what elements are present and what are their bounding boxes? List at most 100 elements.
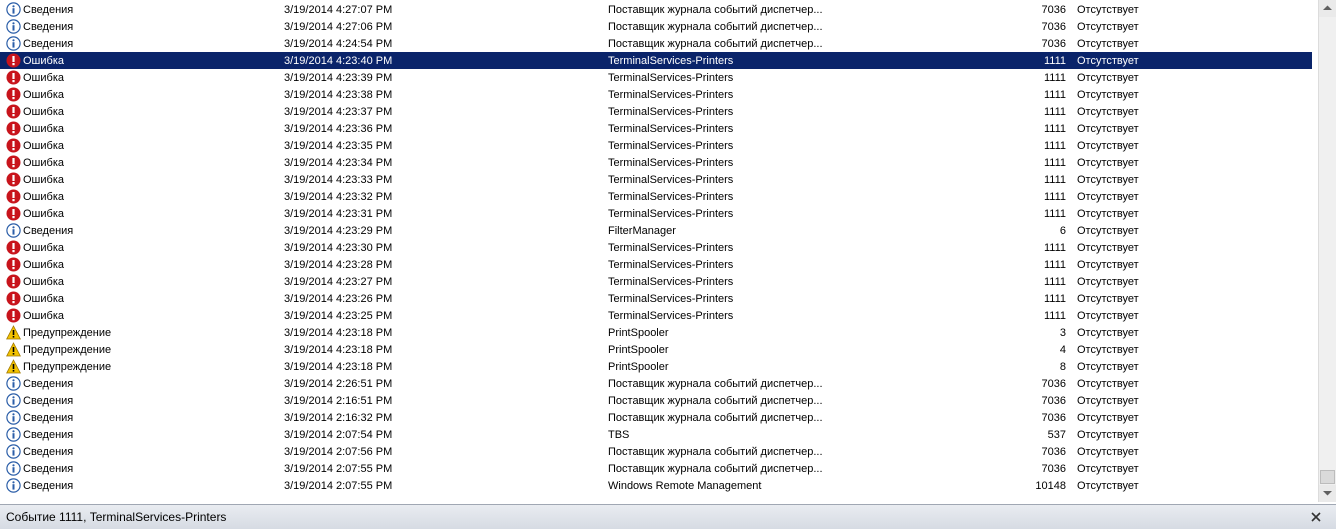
event-date-time: 3/19/2014 4:23:29 PM (284, 225, 393, 237)
event-task-category: Отсутствует (1077, 140, 1139, 152)
event-source: Поставщик журнала событий диспетчер... (608, 38, 823, 50)
vertical-scrollbar[interactable] (1318, 0, 1336, 502)
error-icon (6, 53, 21, 68)
event-level: Сведения (23, 38, 74, 50)
event-id: 6 (1059, 225, 1066, 237)
event-row[interactable]: Ошибка 3/19/2014 4:23:28 PM TerminalServic… (0, 256, 1312, 273)
info-icon (6, 393, 21, 408)
event-level: Ошибка (23, 140, 64, 152)
event-id: 3 (1059, 327, 1066, 339)
event-level: Ошибка (23, 106, 64, 118)
event-row[interactable]: Ошибка 3/19/2014 4:23:40 PM TerminalServic… (0, 52, 1312, 69)
event-task-category: Отсутствует (1077, 344, 1139, 356)
event-row[interactable]: Ошибка 3/19/2014 4:23:27 PM TerminalServic… (0, 273, 1312, 290)
event-row[interactable]: Ошибка 3/19/2014 4:23:36 PM TerminalServic… (0, 120, 1312, 137)
event-row[interactable]: Ошибка 3/19/2014 4:23:39 PM TerminalServic… (0, 69, 1312, 86)
event-source: TerminalServices-Printers (608, 293, 734, 305)
event-row[interactable]: Предупреждение 3/19/2014 4:23:18 PM PrintS… (0, 324, 1312, 341)
event-date-time: 3/19/2014 4:23:40 PM (284, 55, 393, 67)
event-date-time: 3/19/2014 4:27:06 PM (284, 21, 393, 33)
event-source: TerminalServices-Printers (608, 89, 734, 101)
event-id: 7036 (1041, 38, 1066, 50)
event-source: TerminalServices-Printers (608, 191, 734, 203)
info-icon (6, 223, 21, 238)
event-id: 7036 (1041, 446, 1066, 458)
event-row[interactable]: Ошибка 3/19/2014 4:23:25 PM TerminalServic… (0, 307, 1312, 324)
event-source: TerminalServices-Printers (608, 72, 734, 84)
event-row[interactable]: Сведения 3/19/2014 4:23:29 PM FilterManage… (0, 222, 1312, 239)
event-source: TerminalServices-Printers (608, 157, 734, 169)
event-task-category: Отсутствует (1077, 446, 1139, 458)
event-date-time: 3/19/2014 4:23:27 PM (284, 276, 393, 288)
scrollbar-thumb[interactable] (1320, 470, 1335, 484)
event-level: Сведения (23, 446, 74, 458)
event-row[interactable]: Сведения 3/19/2014 2:26:51 PM Поставщик жу… (0, 375, 1312, 392)
event-task-category: Отсутствует (1077, 4, 1139, 16)
event-row[interactable]: Ошибка 3/19/2014 4:23:34 PM TerminalServic… (0, 154, 1312, 171)
event-level: Ошибка (23, 276, 64, 288)
close-icon[interactable] (1309, 510, 1323, 524)
scroll-down-arrow-icon[interactable] (1319, 485, 1336, 502)
event-id: 1111 (1043, 191, 1066, 203)
event-row[interactable]: Ошибка 3/19/2014 4:23:38 PM TerminalServic… (0, 86, 1312, 103)
event-row[interactable]: Сведения 3/19/2014 4:27:06 PM Поставщик жу… (0, 18, 1312, 35)
event-row[interactable]: Ошибка 3/19/2014 4:23:37 PM TerminalServic… (0, 103, 1312, 120)
event-row[interactable]: Сведения 3/19/2014 2:07:55 PM Windows Remo… (0, 477, 1312, 494)
info-icon (6, 376, 21, 391)
event-row[interactable]: Сведения 3/19/2014 2:16:51 PM Поставщик жу… (0, 392, 1312, 409)
event-row[interactable]: Ошибка 3/19/2014 4:23:35 PM TerminalServic… (0, 137, 1312, 154)
event-source: PrintSpooler (608, 361, 669, 373)
event-source: FilterManager (608, 225, 676, 237)
info-icon (6, 478, 21, 493)
event-row[interactable]: Ошибка 3/19/2014 4:23:31 PM TerminalServic… (0, 205, 1312, 222)
event-source: TerminalServices-Printers (608, 276, 734, 288)
error-icon (6, 189, 21, 204)
event-row[interactable]: Ошибка 3/19/2014 4:23:26 PM TerminalServic… (0, 290, 1312, 307)
event-task-category: Отсутствует (1077, 55, 1139, 67)
event-row[interactable]: Сведения 3/19/2014 4:27:07 PM Поставщик жу… (0, 1, 1312, 18)
event-id: 1111 (1043, 242, 1066, 254)
event-list[interactable]: Сведения 3/19/2014 4:27:07 PM Поставщик жу… (0, 0, 1318, 502)
event-level: Ошибка (23, 55, 64, 67)
event-date-time: 3/19/2014 4:23:35 PM (284, 140, 393, 152)
event-date-time: 3/19/2014 4:23:34 PM (284, 157, 393, 169)
event-date-time: 3/19/2014 2:07:56 PM (284, 446, 393, 458)
event-task-category: Отсутствует (1077, 327, 1139, 339)
event-source: TerminalServices-Printers (608, 310, 734, 322)
event-row[interactable]: Сведения 3/19/2014 4:24:54 PM Поставщик жу… (0, 35, 1312, 52)
info-icon (6, 36, 21, 51)
event-id: 7036 (1041, 378, 1066, 390)
scroll-up-arrow-icon[interactable] (1319, 0, 1336, 17)
event-row[interactable]: Ошибка 3/19/2014 4:23:30 PM TerminalServic… (0, 239, 1312, 256)
event-row[interactable]: Ошибка 3/19/2014 4:23:33 PM TerminalServic… (0, 171, 1312, 188)
event-row[interactable]: Сведения 3/19/2014 2:07:54 PM TBS 537 Отсутс… (0, 426, 1312, 443)
event-level: Сведения (23, 463, 74, 475)
event-row[interactable]: Предупреждение 3/19/2014 4:23:18 PM PrintS… (0, 358, 1312, 375)
event-row[interactable]: Сведения 3/19/2014 2:16:32 PM Поставщик жу… (0, 409, 1312, 426)
event-row[interactable]: Сведения 3/19/2014 2:07:56 PM Поставщик жу… (0, 443, 1312, 460)
event-level: Сведения (23, 395, 74, 407)
event-source: Поставщик журнала событий диспетчер... (608, 4, 823, 16)
error-icon (6, 308, 21, 323)
event-date-time: 3/19/2014 4:23:18 PM (284, 327, 393, 339)
error-icon (6, 104, 21, 119)
event-date-time: 3/19/2014 4:27:07 PM (284, 4, 393, 16)
info-icon (6, 2, 21, 17)
event-task-category: Отсутствует (1077, 276, 1139, 288)
event-task-category: Отсутствует (1077, 412, 1139, 424)
event-task-category: Отсутствует (1077, 72, 1139, 84)
warning-icon (6, 359, 21, 374)
event-row[interactable]: Предупреждение 3/19/2014 4:23:18 PM PrintS… (0, 341, 1312, 358)
info-icon (6, 427, 21, 442)
event-level: Ошибка (23, 191, 64, 203)
event-level: Сведения (23, 429, 74, 441)
event-task-category: Отсутствует (1077, 463, 1139, 475)
event-id: 1111 (1043, 89, 1066, 101)
event-row[interactable]: Сведения 3/19/2014 2:07:55 PM Поставщик жу… (0, 460, 1312, 477)
event-source: Поставщик журнала событий диспетчер... (608, 21, 823, 33)
error-icon (6, 240, 21, 255)
event-id: 1111 (1043, 208, 1066, 220)
event-details-title: Событие 1111, TerminalServices-Printers (6, 510, 227, 524)
error-icon (6, 257, 21, 272)
event-row[interactable]: Ошибка 3/19/2014 4:23:32 PM TerminalServic… (0, 188, 1312, 205)
